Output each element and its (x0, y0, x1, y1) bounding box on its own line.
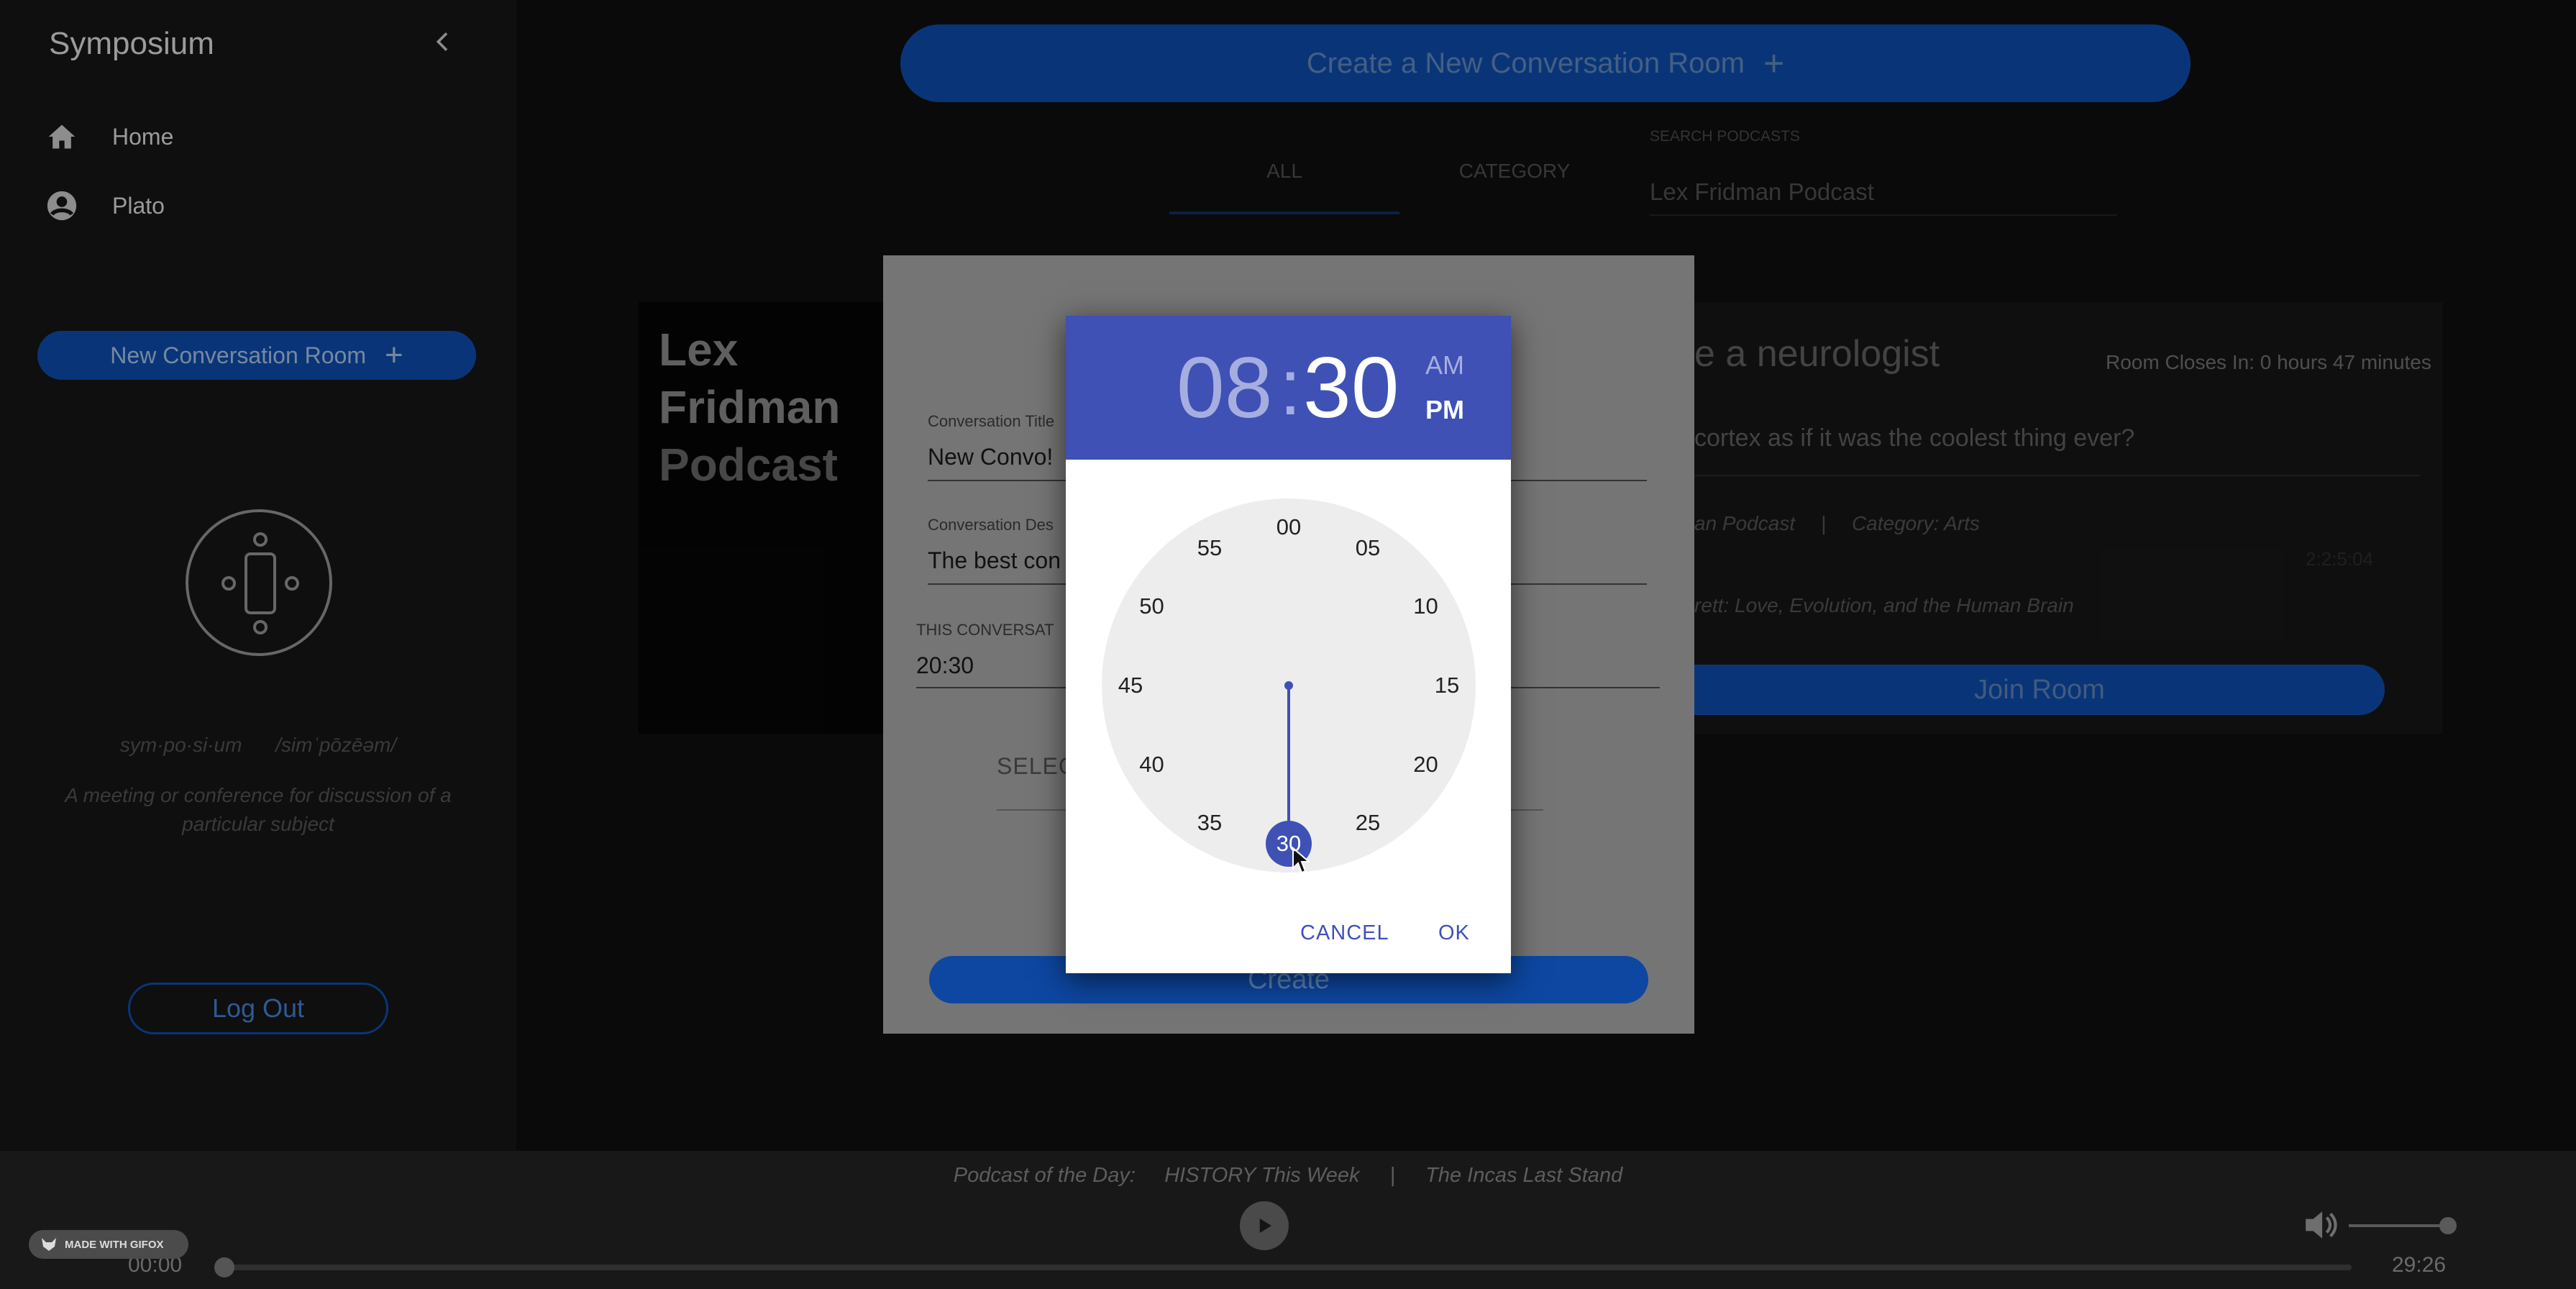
progress-thumb[interactable] (214, 1257, 234, 1277)
clock-minute-35[interactable]: 35 (1188, 809, 1231, 837)
conversation-time-label: THIS CONVERSAT (916, 621, 1054, 639)
gifox-badge: MADE WITH GIFOX (29, 1230, 188, 1259)
play-button[interactable] (1240, 1201, 1289, 1250)
duration: 29:26 (2392, 1253, 2447, 1277)
fox-icon (42, 1238, 56, 1251)
volume-level (2349, 1224, 2448, 1227)
volume-thumb[interactable] (2439, 1217, 2457, 1234)
volume-icon[interactable] (2303, 1208, 2339, 1242)
clock-minute-20[interactable]: 20 (1405, 750, 1448, 779)
progress-bar[interactable] (214, 1257, 2352, 1277)
pm-toggle[interactable]: PM (1425, 395, 1464, 425)
time-separator: : (1279, 343, 1302, 432)
minute-display[interactable]: 30 (1303, 337, 1399, 438)
podcast-show: HISTORY This Week (1164, 1164, 1360, 1187)
podcast-of-the-day: Podcast of the Day: HISTORY This Week | … (0, 1164, 2576, 1188)
audio-player: Podcast of the Day: HISTORY This Week | … (0, 1151, 2576, 1289)
gifox-label: MADE WITH GIFOX (65, 1238, 164, 1251)
clock-minute-05[interactable]: 05 (1346, 534, 1389, 562)
play-icon (1259, 1219, 1271, 1233)
clock-minute-25[interactable]: 25 (1346, 809, 1389, 837)
ok-button[interactable]: OK (1438, 921, 1470, 945)
conversation-description-label: Conversation Des (928, 516, 1054, 534)
clock-minute-15[interactable]: 15 (1425, 671, 1469, 700)
conversation-time-field[interactable]: 20:30 (916, 652, 974, 679)
clock-minute-30[interactable]: 30 (1267, 829, 1310, 858)
clock-hand (1266, 681, 1312, 867)
clock-face[interactable]: 00 05 10 15 20 25 30 35 40 45 50 55 (1102, 498, 1476, 873)
time-picker-dialog: 08 : 30 AM PM 00 05 10 15 20 25 30 35 40 45 50 55 C… (1066, 316, 1511, 973)
select-podcast-dropdown[interactable]: SELEC (997, 753, 1076, 780)
clock-minute-00[interactable]: 00 (1267, 513, 1310, 542)
am-toggle[interactable]: AM (1425, 350, 1464, 381)
time-picker-header: 08 : 30 AM PM (1066, 316, 1511, 460)
conversation-description-field[interactable]: The best con (928, 547, 1061, 574)
clock-minute-45[interactable]: 45 (1109, 671, 1152, 700)
clock-minute-40[interactable]: 40 (1130, 750, 1173, 779)
conversation-title-field[interactable]: New Convo! (928, 444, 1053, 470)
clock-minute-50[interactable]: 50 (1130, 592, 1173, 621)
cancel-button[interactable]: CANCEL (1300, 921, 1389, 945)
clock-minute-55[interactable]: 55 (1188, 534, 1231, 562)
volume-slider[interactable] (2349, 1217, 2457, 1234)
clock-minute-10[interactable]: 10 (1405, 592, 1448, 621)
podcast-of-day-label: Podcast of the Day: (953, 1164, 1136, 1187)
hour-display[interactable]: 08 (1177, 337, 1272, 438)
podcast-episode: The Incas Last Stand (1425, 1164, 1623, 1187)
separator: | (1389, 1164, 1396, 1187)
conversation-title-label: Conversation Title (928, 412, 1055, 430)
